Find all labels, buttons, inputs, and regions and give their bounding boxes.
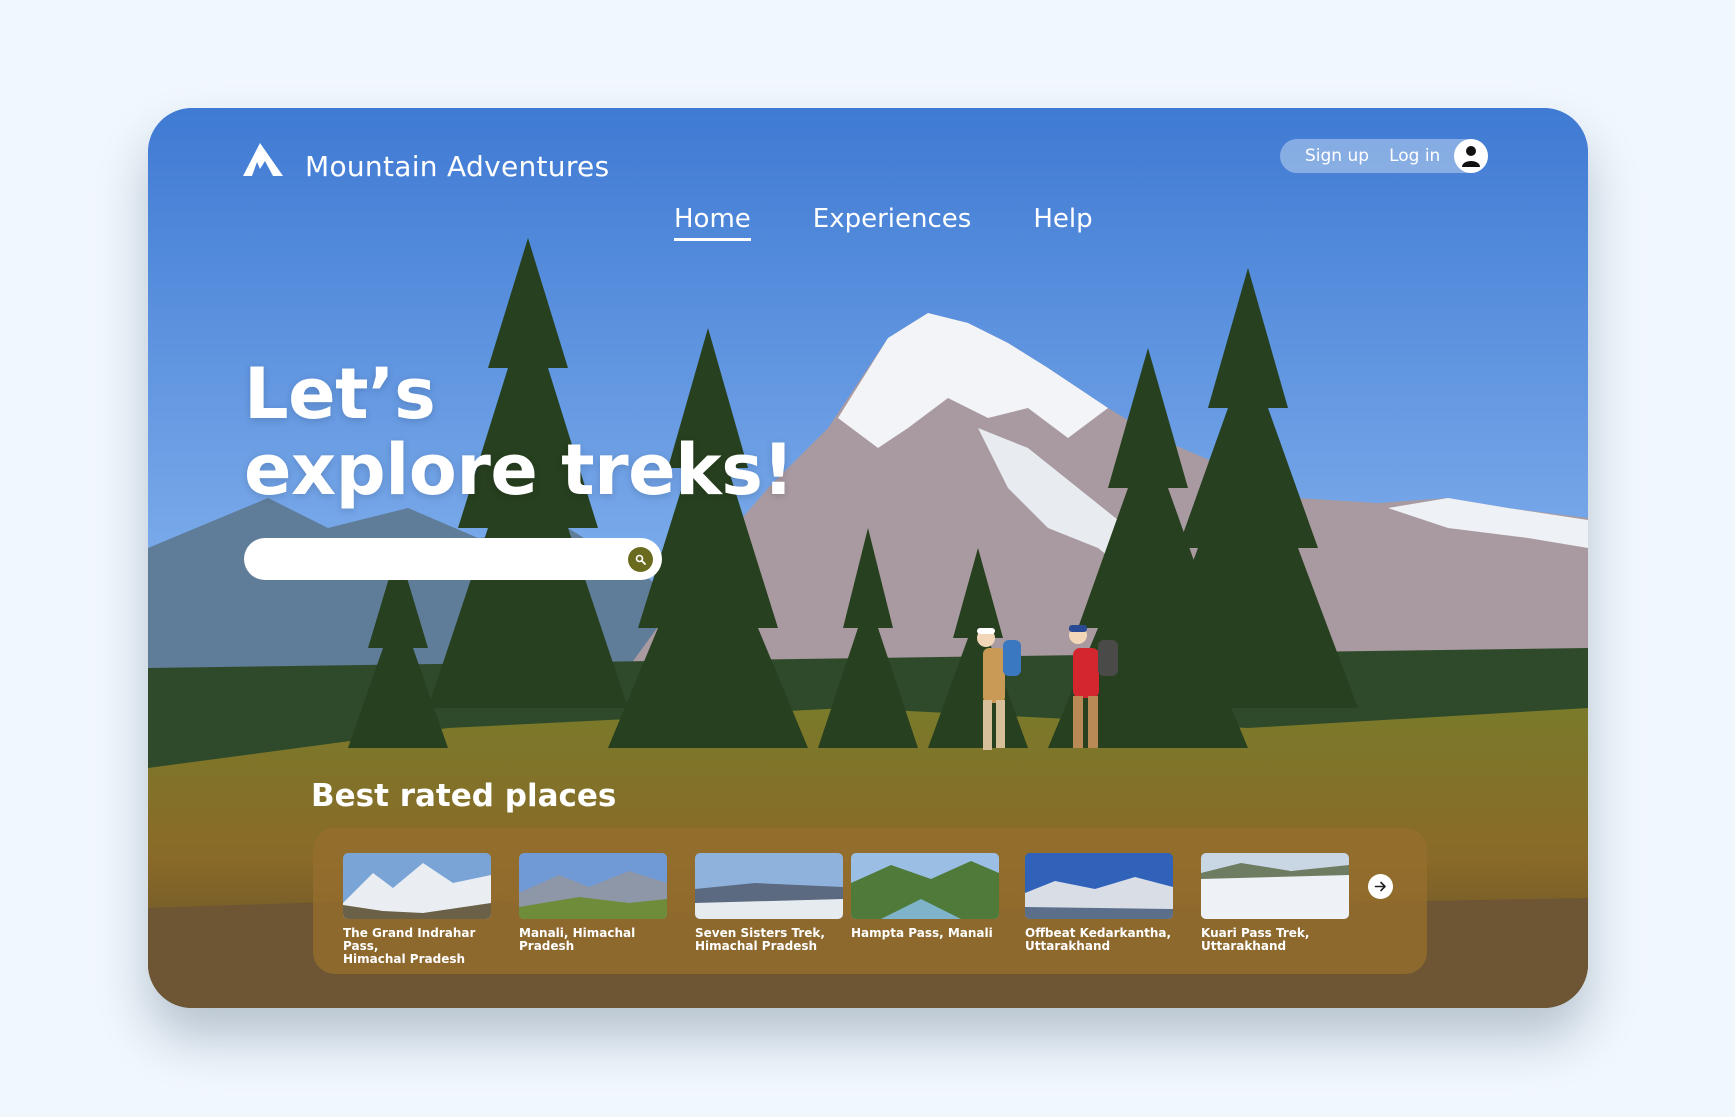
place-thumbnail — [519, 853, 667, 919]
nav-home[interactable]: Home — [674, 204, 751, 241]
hero-line-1: Let’s — [244, 353, 436, 435]
hero-card: Mountain Adventures Sign up Log in Home … — [148, 108, 1588, 1008]
place-name: Manali, Himachal Pradesh — [519, 926, 636, 953]
hero-line-2: explore treks! — [244, 429, 794, 511]
place-thumbnail — [695, 853, 843, 919]
place-card[interactable]: Manali, Himachal Pradesh — [519, 853, 679, 953]
place-thumbnail — [1201, 853, 1349, 919]
place-name: Offbeat Kedarkantha, Uttarakhand — [1025, 926, 1172, 953]
brand[interactable]: Mountain Adventures — [243, 136, 609, 183]
place-thumbnail — [343, 853, 491, 919]
place-name: Hampta Pass, Manali — [851, 926, 993, 940]
search-input[interactable] — [264, 538, 608, 580]
brand-name: Mountain Adventures — [305, 150, 610, 183]
user-avatar-button[interactable] — [1454, 139, 1488, 173]
best-rated-carousel: The Grand Indrahar Pass, Himachal Prades… — [313, 828, 1427, 974]
place-thumbnail — [1025, 853, 1173, 919]
nav-help[interactable]: Help — [1033, 204, 1092, 241]
user-icon — [1462, 146, 1480, 167]
search-button[interactable] — [628, 547, 653, 572]
login-link[interactable]: Log in — [1389, 146, 1440, 166]
arrow-right-icon — [1374, 881, 1386, 892]
place-card[interactable]: The Grand Indrahar Pass, Himachal Prades… — [343, 853, 503, 966]
place-name: Kuari Pass Trek, Uttarakhand — [1201, 926, 1310, 953]
best-rated-title: Best rated places — [311, 778, 617, 814]
signup-link[interactable]: Sign up — [1305, 146, 1369, 166]
hero-heading: Let’s explore treks! — [244, 356, 794, 508]
place-card[interactable]: Hampta Pass, Manali — [851, 853, 1011, 940]
carousel-next-button[interactable] — [1368, 874, 1393, 899]
place-thumbnail — [851, 853, 999, 919]
place-card[interactable]: Kuari Pass Trek, Uttarakhand — [1201, 853, 1361, 953]
nav-experiences[interactable]: Experiences — [813, 204, 972, 241]
place-card[interactable]: Seven Sisters Trek, Himachal Pradesh — [695, 853, 855, 953]
main-nav: Home Experiences Help — [674, 204, 1093, 241]
search-bar — [244, 538, 662, 580]
search-icon — [635, 554, 646, 565]
mountain-peak-icon — [243, 142, 283, 176]
auth-pill: Sign up Log in — [1280, 139, 1488, 173]
place-name: The Grand Indrahar Pass, Himachal Prades… — [343, 926, 476, 966]
place-name: Seven Sisters Trek, Himachal Pradesh — [695, 926, 825, 953]
place-card[interactable]: Offbeat Kedarkantha, Uttarakhand — [1025, 853, 1185, 953]
